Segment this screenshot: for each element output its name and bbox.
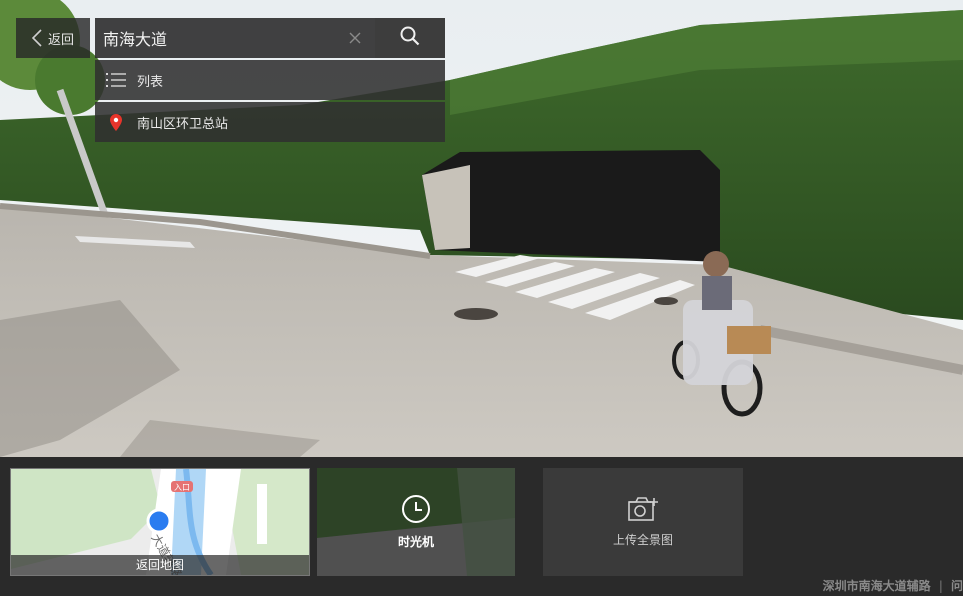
bottom-panel: 入口 大道辅路 返回地图 时光机 上传全景图 深圳市南海大道辅路 | 问	[0, 457, 963, 596]
back-button[interactable]: 返回	[16, 18, 90, 58]
search-button[interactable]	[375, 18, 445, 58]
search-icon	[400, 26, 420, 50]
address-bar: 深圳市南海大道辅路 | 问	[822, 579, 963, 593]
clear-button[interactable]	[335, 18, 375, 58]
minimap-thumbnail[interactable]: 入口 大道辅路 返回地图	[10, 468, 310, 576]
address-extra[interactable]: 问	[951, 579, 963, 593]
map-entrance-badge: 入口	[174, 483, 190, 492]
dropdown-item-list[interactable]: 列表	[95, 60, 445, 100]
time-machine-label: 时光机	[397, 535, 434, 549]
dropdown-item-location[interactable]: 南山区环卫总站	[95, 102, 445, 142]
camera-add-icon	[627, 496, 659, 525]
chevron-left-icon	[31, 29, 42, 47]
address-text: 深圳市南海大道辅路	[822, 579, 931, 593]
dropdown-item-label: 列表	[137, 74, 164, 90]
dropdown-item-label: 南山区环卫总站	[137, 116, 229, 132]
search-dropdown: 列表 南山区环卫总站	[95, 60, 445, 144]
close-icon	[349, 29, 361, 48]
search-bar	[95, 18, 445, 58]
back-to-map-label: 返回地图	[11, 555, 309, 575]
upload-label: 上传全景图	[612, 533, 673, 547]
location-pin-icon	[103, 113, 129, 131]
back-label: 返回	[47, 32, 74, 48]
time-machine-thumbnail[interactable]: 时光机	[317, 468, 515, 576]
search-input[interactable]	[95, 18, 335, 58]
upload-panorama-button[interactable]: 上传全景图	[543, 468, 743, 576]
location-marker-icon	[146, 508, 172, 534]
list-icon	[103, 72, 129, 88]
clock-icon	[401, 494, 431, 527]
